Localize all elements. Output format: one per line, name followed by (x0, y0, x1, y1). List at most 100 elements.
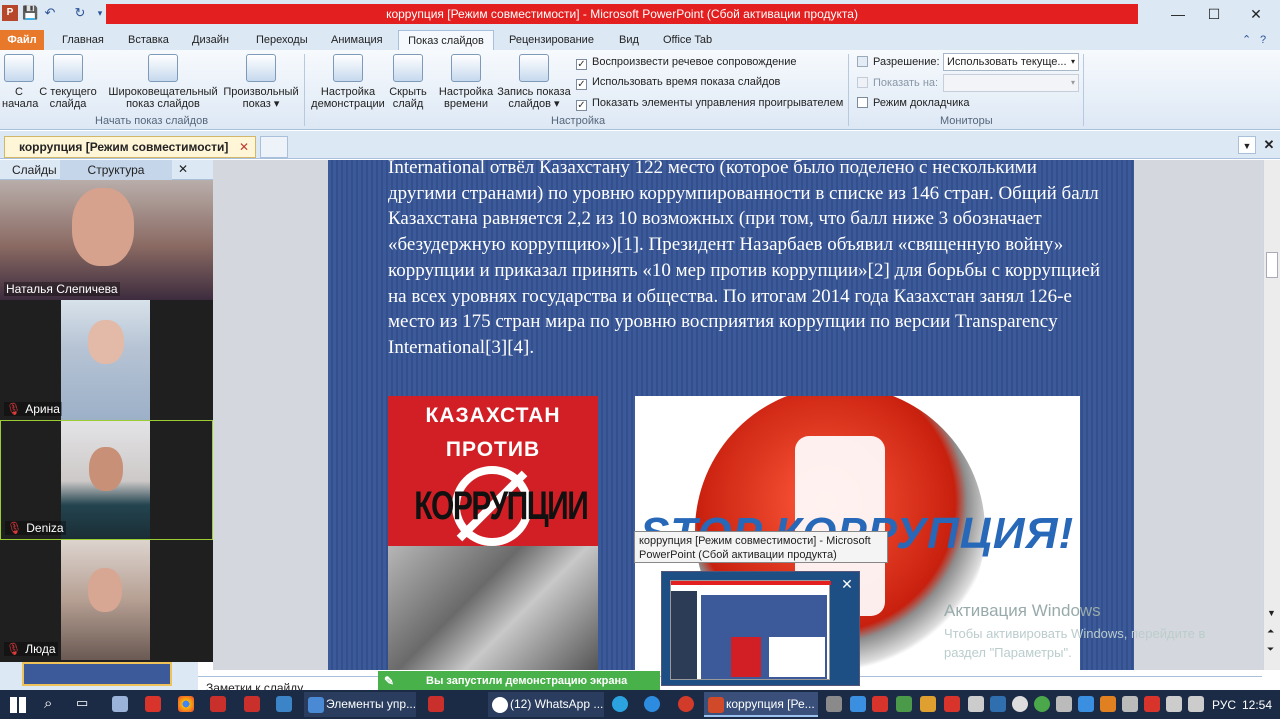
presenter-view-checkbox[interactable]: Режим докладчика (857, 96, 969, 110)
muted-mic-icon: 🎙 (6, 402, 22, 416)
resolution-select[interactable]: Использовать текуще... ▾ (943, 53, 1079, 71)
tab-animations[interactable]: Анимация (331, 30, 383, 50)
anti-corruption-poster[interactable]: КАЗАХСТАН ПРОТИВ КОРРУПЦИИ (388, 396, 598, 670)
ribbon-tabs: Файл Главная Вставка Дизайн Переходы Ани… (0, 30, 1280, 50)
hide-slide-icon (393, 54, 423, 82)
participant-tile[interactable]: 🎙 Люда (0, 540, 213, 660)
start-icon[interactable] (10, 697, 26, 713)
tab-slides[interactable]: Слайды (12, 163, 57, 177)
telegram-icon[interactable] (612, 696, 628, 712)
new-tab-button[interactable] (260, 136, 288, 158)
participant-tile[interactable]: 🎙 Арина (0, 300, 213, 420)
tray-icon[interactable] (990, 696, 1006, 712)
broadcast-button[interactable]: Широковещательный показ слайдов (106, 54, 220, 110)
checkmark-icon: ✓ (576, 59, 587, 70)
opera-icon[interactable] (678, 696, 694, 712)
next-slide-icon[interactable]: ⏷ (1267, 644, 1274, 655)
clock[interactable]: 12:54 (1242, 694, 1272, 716)
mail-icon[interactable] (276, 696, 292, 712)
close-pane-icon[interactable]: ✕ (178, 162, 188, 176)
tab-review[interactable]: Рецензирование (509, 30, 594, 50)
minimize-button[interactable]: — (1160, 4, 1196, 24)
taskbar-app-whatsapp[interactable]: (12) WhatsApp ... (488, 692, 604, 717)
task-view-icon[interactable]: ▭ (76, 695, 88, 711)
group-label-setup: Настройка (551, 115, 606, 127)
from-start-button[interactable]: С начала (2, 54, 38, 110)
tab-home[interactable]: Главная (62, 30, 104, 50)
scrollbar-thumb[interactable] (1266, 252, 1278, 278)
tray-icon[interactable] (1144, 696, 1160, 712)
record-show-button[interactable]: Запись показа слайдов ▾ (496, 54, 572, 110)
close-button[interactable]: ✕ (1238, 4, 1274, 24)
tab-slide-show[interactable]: Показ слайдов (398, 30, 494, 50)
tray-icon[interactable] (872, 696, 888, 712)
app-icon[interactable] (210, 696, 226, 712)
rehearse-timings-button[interactable]: Настройка времени (436, 54, 496, 110)
search-icon[interactable]: ⌕ (44, 695, 52, 712)
participant-tile[interactable]: 🎙 Deniza (0, 420, 213, 540)
tab-transitions[interactable]: Переходы (256, 30, 308, 50)
help-icon[interactable]: ? (1260, 30, 1266, 50)
maximize-button[interactable]: ☐ (1196, 4, 1232, 24)
tab-file[interactable]: Файл (0, 30, 44, 50)
muted-mic-icon: 🎙 (6, 642, 22, 656)
previous-slide-icon[interactable]: ⏶ (1267, 626, 1274, 637)
from-current-button[interactable]: С текущего слайда (38, 54, 98, 110)
pdf-icon[interactable] (145, 696, 161, 712)
tray-icon[interactable] (968, 696, 984, 712)
use-timings-checkbox[interactable]: ✓ Использовать время показа слайдов (576, 75, 780, 90)
calculator-icon[interactable] (112, 696, 128, 712)
close-preview-icon[interactable]: ✕ (838, 575, 856, 593)
tray-icon[interactable] (1034, 696, 1050, 712)
tray-icon[interactable] (826, 696, 842, 712)
chrome-icon[interactable] (178, 696, 194, 712)
tray-icon[interactable] (896, 696, 912, 712)
show-on-select[interactable]: ▾ (943, 74, 1079, 92)
save-icon[interactable]: 💾 (22, 5, 38, 21)
slides-pane-header: Слайды Структура ✕ (0, 160, 213, 180)
powerpoint-icon[interactable]: P (2, 5, 18, 21)
tray-icon[interactable] (1012, 696, 1028, 712)
close-tab-icon[interactable]: ✕ (239, 137, 249, 157)
redo-icon[interactable]: ↻ (72, 5, 88, 21)
face-image (88, 320, 124, 364)
hide-slide-button[interactable]: Скрыть слайд (388, 54, 428, 110)
tab-design[interactable]: Дизайн (192, 30, 229, 50)
tray-icon[interactable] (1100, 696, 1116, 712)
slide-body-text[interactable]: International отвёл Казахстану 122 место… (388, 155, 1103, 361)
close-all-icon[interactable]: ✕ (1260, 136, 1278, 154)
app-icon[interactable] (428, 696, 444, 712)
slide-thumbnail[interactable] (22, 662, 172, 686)
edge-icon[interactable] (644, 696, 660, 712)
tray-icon[interactable] (1078, 696, 1094, 712)
document-tab[interactable]: коррупция [Режим совместимости] ✕ (4, 136, 256, 158)
scroll-down-icon[interactable]: ▼ (1267, 608, 1276, 618)
tab-outline[interactable]: Структура (60, 160, 172, 180)
tab-insert[interactable]: Вставка (128, 30, 169, 50)
vertical-scrollbar[interactable]: ▼ ⏶ ⏷ (1263, 160, 1280, 670)
taskbar-window-preview[interactable]: ✕ (661, 571, 860, 686)
setup-show-button[interactable]: Настройка демонстрации (310, 54, 386, 110)
custom-show-button[interactable]: Произвольный показ ▾ (222, 54, 300, 110)
taskbar-app-control-panel[interactable]: Элементы упр... (304, 692, 416, 717)
tab-office-tab[interactable]: Office Tab (663, 30, 712, 50)
taskbar-app-powerpoint[interactable]: коррупция [Ре... (704, 692, 818, 717)
microphone-icon[interactable] (1056, 696, 1072, 712)
ribbon-collapse-icon[interactable]: ⌃ (1242, 30, 1251, 50)
volume-icon[interactable] (1166, 696, 1182, 712)
language-indicator[interactable]: РУС (1212, 694, 1236, 716)
battery-icon[interactable] (1122, 696, 1138, 712)
play-narration-checkbox[interactable]: ✓ Воспроизвести речевое сопровождение (576, 55, 797, 70)
participant-tile[interactable]: Наталья Слепичева (0, 180, 213, 300)
wifi-icon[interactable] (1188, 696, 1204, 712)
tray-icon[interactable] (850, 696, 866, 712)
screen-share-banner[interactable]: ✎ Вы запустили демонстрацию экрана (378, 671, 660, 692)
whatsapp-icon (492, 697, 508, 713)
show-controls-checkbox[interactable]: ✓ Показать элементы управления проигрыват… (576, 96, 843, 111)
tab-view[interactable]: Вид (619, 30, 639, 50)
tab-list-icon[interactable]: ▼ (1238, 136, 1256, 154)
undo-icon[interactable]: ↶ (42, 5, 58, 21)
tray-icon[interactable] (944, 696, 960, 712)
download-icon[interactable] (244, 696, 260, 712)
tray-icon[interactable] (920, 696, 936, 712)
